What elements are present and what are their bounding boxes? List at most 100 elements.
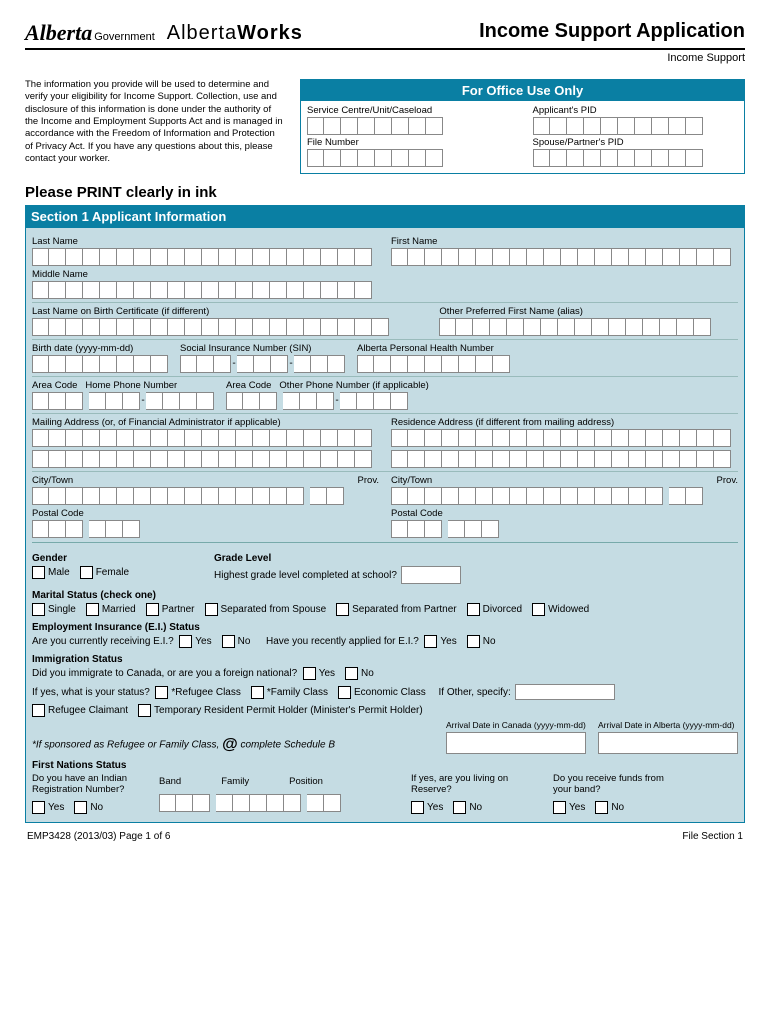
refugee-claimant-checkbox[interactable]: [32, 704, 45, 717]
page-subtitle: Income Support: [25, 52, 745, 64]
sep-spouse-checkbox[interactable]: [205, 603, 218, 616]
mailing-label: Mailing Address (or, of Financial Admini…: [32, 417, 379, 428]
other-specify-input[interactable]: [515, 684, 615, 700]
ei-q1: Are you currently receiving E.I.?: [32, 636, 174, 647]
alberta-logo: AlbertaGovernment: [25, 20, 155, 46]
residence-input-2[interactable]: [391, 450, 738, 468]
spouse-pid-label: Spouse/Partner's PID: [533, 137, 739, 148]
birth-cert-label: Last Name on Birth Certificate (if diffe…: [32, 306, 427, 317]
birth-cert-input[interactable]: [32, 318, 427, 336]
spouse-pid-input[interactable]: [533, 149, 739, 167]
print-instruction: Please PRINT clearly in ink: [25, 184, 745, 201]
fn-header: First Nations Status: [32, 760, 738, 771]
ei-apply-no-checkbox[interactable]: [467, 635, 480, 648]
band-funds-yes-checkbox[interactable]: [553, 801, 566, 814]
middle-name-input[interactable]: [32, 281, 738, 299]
gender-label: Gender: [32, 553, 202, 564]
band-family-position-input[interactable]: [159, 794, 399, 812]
marital-options: Single Married Partner Separated from Sp…: [32, 603, 738, 616]
band-funds-no-checkbox[interactable]: [595, 801, 608, 814]
sin-input[interactable]: --: [180, 355, 345, 373]
sin-label: Social Insurance Number (SIN): [180, 343, 345, 354]
economic-class-checkbox[interactable]: [338, 686, 351, 699]
temp-permit-checkbox[interactable]: [138, 704, 151, 717]
indian-reg-yes-checkbox[interactable]: [32, 801, 45, 814]
arrival-canada-input[interactable]: [446, 732, 586, 754]
other-phone-label: Other Phone Number (if applicable): [279, 380, 428, 391]
family-class-checkbox[interactable]: [251, 686, 264, 699]
position-label: Position: [289, 776, 323, 787]
alias-label: Other Preferred First Name (alias): [439, 306, 738, 317]
reserve-yes-checkbox[interactable]: [411, 801, 424, 814]
ei-apply-yes-checkbox[interactable]: [424, 635, 437, 648]
alberta-works-logo: AlbertaWorks: [167, 22, 303, 45]
postal2-input[interactable]: [391, 520, 738, 538]
section1-body: Last Name First Name Middle Name Last Na…: [25, 228, 745, 823]
imm-q2: If yes, what is your status?: [32, 687, 150, 698]
mailing-input-2[interactable]: [32, 450, 379, 468]
postal1-input[interactable]: [32, 520, 379, 538]
refugee-class-checkbox[interactable]: [155, 686, 168, 699]
at-icon: @: [222, 736, 238, 753]
ei-recv-yes-checkbox[interactable]: [179, 635, 192, 648]
alias-input[interactable]: [439, 318, 738, 336]
applicant-pid-label: Applicant's PID: [533, 105, 739, 116]
last-name-input[interactable]: [32, 248, 379, 266]
postal1-label: Postal Code: [32, 508, 379, 519]
imm-yes-checkbox[interactable]: [303, 667, 316, 680]
prov2-label: Prov.: [698, 475, 738, 486]
birth-date-label: Birth date (yyyy-mm-dd): [32, 343, 168, 354]
fn-q2: If yes, are you living on Reserve?: [411, 773, 541, 795]
ei-recv-no-checkbox[interactable]: [222, 635, 235, 648]
imm-no-checkbox[interactable]: [345, 667, 358, 680]
first-name-input[interactable]: [391, 248, 738, 266]
grade-input[interactable]: [401, 566, 461, 584]
single-checkbox[interactable]: [32, 603, 45, 616]
office-use-header: For Office Use Only: [301, 80, 744, 101]
band-label: Band: [159, 776, 181, 787]
mailing-input-1[interactable]: [32, 429, 379, 447]
applicant-pid-input[interactable]: [533, 117, 739, 135]
reserve-no-checkbox[interactable]: [453, 801, 466, 814]
imm-header: Immigration Status: [32, 654, 738, 665]
file-number-input[interactable]: [307, 149, 513, 167]
middle-name-label: Middle Name: [32, 269, 738, 280]
indian-reg-no-checkbox[interactable]: [74, 801, 87, 814]
health-input[interactable]: [357, 355, 510, 373]
arrival-alberta-input[interactable]: [598, 732, 738, 754]
arrival-canada-label: Arrival Date in Canada (yyyy-mm-dd): [446, 720, 586, 730]
married-checkbox[interactable]: [86, 603, 99, 616]
footer-right: File Section 1: [682, 831, 743, 842]
grade-question: Highest grade level completed at school?: [214, 570, 397, 581]
page-footer: EMP3428 (2013/03) Page 1 of 6 File Secti…: [25, 831, 745, 842]
imm-q1: Did you immigrate to Canada, or are you …: [32, 668, 297, 679]
city1-label: City/Town: [32, 475, 327, 486]
header-title-block: Income Support Application: [479, 20, 745, 43]
sep-partner-checkbox[interactable]: [336, 603, 349, 616]
residence-label: Residence Address (if different from mai…: [391, 417, 738, 428]
service-centre-input[interactable]: [307, 117, 513, 135]
intro-paragraph: The information you provide will be used…: [25, 79, 285, 174]
city2-input[interactable]: [391, 487, 738, 505]
page-title: Income Support Application: [479, 20, 745, 43]
sponsor-note: *If sponsored as Refugee or Family Class…: [32, 736, 434, 754]
widowed-checkbox[interactable]: [532, 603, 545, 616]
home-phone-input[interactable]: -: [32, 392, 214, 410]
birth-date-input[interactable]: [32, 355, 168, 373]
city1-input[interactable]: [32, 487, 379, 505]
partner-checkbox[interactable]: [146, 603, 159, 616]
other-phone-input[interactable]: -: [226, 392, 429, 410]
divorced-checkbox[interactable]: [467, 603, 480, 616]
marital-header: Marital Status (check one): [32, 590, 738, 601]
fn-q1: Do you have an Indian Registration Numbe…: [32, 773, 147, 795]
health-label: Alberta Personal Health Number: [357, 343, 510, 354]
arrival-alberta-label: Arrival Date in Alberta (yyyy-mm-dd): [598, 720, 738, 730]
logos: AlbertaGovernment AlbertaWorks: [25, 20, 303, 46]
prov1-label: Prov.: [339, 475, 379, 486]
female-checkbox[interactable]: [80, 566, 93, 579]
residence-input-1[interactable]: [391, 429, 738, 447]
ei-header: Employment Insurance (E.I.) Status: [32, 622, 738, 633]
male-checkbox[interactable]: [32, 566, 45, 579]
postal2-label: Postal Code: [391, 508, 738, 519]
service-centre-label: Service Centre/Unit/Caseload: [307, 105, 513, 116]
